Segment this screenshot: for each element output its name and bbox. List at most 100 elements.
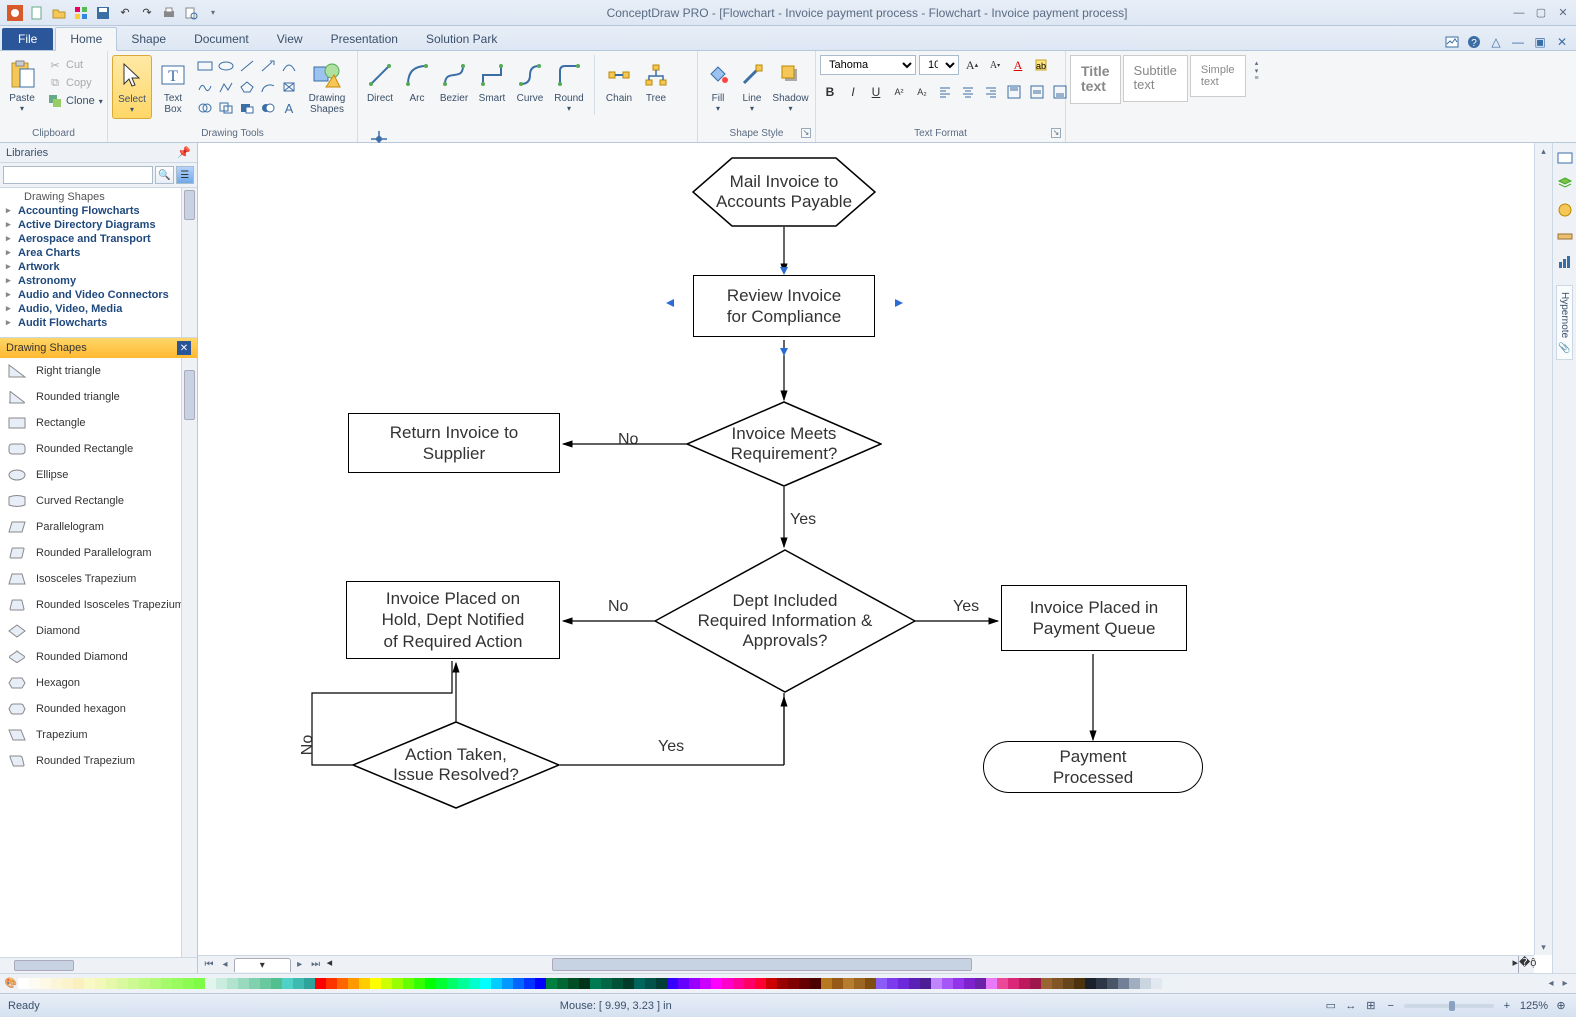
color-swatch[interactable] bbox=[898, 978, 909, 989]
color-swatch[interactable] bbox=[139, 978, 150, 989]
flow-hold-notify[interactable]: Invoice Placed on Hold, Dept Notified of… bbox=[346, 581, 560, 659]
flow-payment-processed[interactable]: Payment Processed bbox=[983, 741, 1203, 793]
color-swatch[interactable] bbox=[161, 978, 172, 989]
color-swatch[interactable] bbox=[491, 978, 502, 989]
color-swatch[interactable] bbox=[744, 978, 755, 989]
shape-combine-icon[interactable] bbox=[259, 99, 277, 117]
shape-item[interactable]: Rounded hexagon bbox=[0, 696, 197, 722]
shape-item[interactable]: Isosceles Trapezium bbox=[0, 566, 197, 592]
color-swatch[interactable] bbox=[282, 978, 293, 989]
text-format-launcher[interactable]: ↘ bbox=[1051, 128, 1061, 138]
color-swatch[interactable] bbox=[480, 978, 491, 989]
panel-hscroll[interactable] bbox=[0, 957, 197, 973]
tree-item[interactable]: Astronomy bbox=[0, 274, 197, 288]
connector-bezier[interactable]: Bezier bbox=[436, 55, 472, 108]
hypernote-tab[interactable]: Hypernote 📎 bbox=[1556, 285, 1573, 360]
shape-ellipse-icon[interactable] bbox=[217, 57, 235, 75]
new-doc-icon[interactable] bbox=[28, 4, 46, 22]
color-swatch[interactable] bbox=[920, 978, 931, 989]
tab-solution-park[interactable]: Solution Park bbox=[412, 28, 511, 50]
shrink-font-button[interactable]: A▾ bbox=[985, 55, 1005, 75]
preview-icon[interactable] bbox=[182, 4, 200, 22]
layers-icon[interactable] bbox=[1556, 175, 1574, 193]
split-handle[interactable]: �ộ bbox=[1518, 956, 1534, 973]
shape-polyline-icon[interactable] bbox=[217, 78, 235, 96]
fill-button[interactable]: Fill▾ bbox=[702, 55, 734, 117]
color-spectrum-icon[interactable]: 🎨 bbox=[4, 978, 18, 989]
color-scroll-right[interactable]: ▸ bbox=[1558, 978, 1572, 989]
flow-dept-approvals[interactable]: Dept Included Required Information & App… bbox=[654, 549, 916, 693]
flow-meets-requirement[interactable]: Invoice Meets Requirement? bbox=[686, 401, 882, 487]
shadow-button[interactable]: Shadow▾ bbox=[770, 55, 811, 117]
color-swatch[interactable] bbox=[1030, 978, 1041, 989]
color-swatch[interactable] bbox=[271, 978, 282, 989]
color-swatch[interactable] bbox=[722, 978, 733, 989]
color-swatch[interactable] bbox=[546, 978, 557, 989]
color-swatch[interactable] bbox=[887, 978, 898, 989]
color-swatch[interactable] bbox=[1008, 978, 1019, 989]
color-swatch[interactable] bbox=[865, 978, 876, 989]
color-swatch[interactable] bbox=[964, 978, 975, 989]
color-swatch[interactable] bbox=[95, 978, 106, 989]
color-swatch[interactable] bbox=[106, 978, 117, 989]
font-color-button[interactable]: A bbox=[1008, 55, 1028, 75]
paste-button[interactable]: Paste ▾ bbox=[4, 55, 40, 117]
qat-dropdown-icon[interactable]: ▾ bbox=[204, 4, 222, 22]
cut-button[interactable]: ✂Cut bbox=[44, 57, 107, 73]
color-swatch[interactable] bbox=[843, 978, 854, 989]
color-swatch[interactable] bbox=[403, 978, 414, 989]
superscript-button[interactable]: A² bbox=[889, 82, 909, 102]
color-swatch[interactable] bbox=[348, 978, 359, 989]
color-swatch[interactable] bbox=[227, 978, 238, 989]
shape-item[interactable]: Rounded Rectangle bbox=[0, 436, 197, 462]
color-swatch[interactable] bbox=[645, 978, 656, 989]
color-swatch[interactable] bbox=[150, 978, 161, 989]
collapse-ribbon-icon[interactable]: △ bbox=[1488, 34, 1504, 50]
color-swatch[interactable] bbox=[832, 978, 843, 989]
open-icon[interactable] bbox=[50, 4, 68, 22]
connector-curve[interactable]: Curve bbox=[512, 55, 548, 108]
shape-style-launcher[interactable]: ↘ bbox=[801, 128, 811, 138]
shape-line-icon[interactable] bbox=[238, 57, 256, 75]
zoom-in-button[interactable]: + bbox=[1500, 999, 1514, 1013]
color-swatch[interactable] bbox=[909, 978, 920, 989]
tree-scrollbar[interactable] bbox=[181, 188, 197, 337]
shape-item[interactable]: Trapezium bbox=[0, 722, 197, 748]
color-swatch[interactable] bbox=[62, 978, 73, 989]
redo-icon[interactable]: ↷ bbox=[138, 4, 156, 22]
color-swatch[interactable] bbox=[634, 978, 645, 989]
select-tool[interactable]: Select ▾ bbox=[112, 55, 152, 119]
maximize-button[interactable]: ▢ bbox=[1532, 6, 1550, 20]
chart-icon[interactable] bbox=[1556, 253, 1574, 271]
font-family-select[interactable]: Tahoma bbox=[820, 55, 916, 75]
color-swatch[interactable] bbox=[568, 978, 579, 989]
sheet-tab-active[interactable]: ▾ bbox=[234, 958, 291, 972]
color-swatch[interactable] bbox=[1052, 978, 1063, 989]
library-options-button[interactable]: ☰ bbox=[176, 166, 195, 184]
color-swatch[interactable] bbox=[425, 978, 436, 989]
zoom-out-button[interactable]: − bbox=[1384, 999, 1398, 1013]
color-swatch[interactable] bbox=[953, 978, 964, 989]
drawing-shapes-button[interactable]: Drawing Shapes bbox=[302, 55, 352, 119]
color-swatch[interactable] bbox=[249, 978, 260, 989]
shape-item[interactable]: Curved Rectangle bbox=[0, 488, 197, 514]
color-swatch[interactable] bbox=[799, 978, 810, 989]
flow-action-taken[interactable]: Action Taken, Issue Resolved? bbox=[352, 721, 560, 809]
color-swatch[interactable] bbox=[370, 978, 381, 989]
pin-icon[interactable]: 📌 bbox=[177, 146, 191, 159]
tree-item[interactable]: Audit Flowcharts bbox=[0, 316, 197, 330]
mdi-minimize-icon[interactable]: — bbox=[1510, 34, 1526, 50]
shape-item[interactable]: Rounded Trapezium bbox=[0, 748, 197, 774]
color-swatch[interactable] bbox=[876, 978, 887, 989]
color-swatch[interactable] bbox=[392, 978, 403, 989]
search-button[interactable]: 🔍 bbox=[155, 166, 174, 184]
align-middle-button[interactable] bbox=[1027, 82, 1047, 102]
color-swatch[interactable] bbox=[1085, 978, 1096, 989]
tree-item[interactable]: Artwork bbox=[0, 260, 197, 274]
highlight-button[interactable]: ab bbox=[1031, 55, 1051, 75]
styles-icon[interactable] bbox=[1556, 201, 1574, 219]
mdi-restore-icon[interactable]: ▣ bbox=[1532, 34, 1548, 50]
color-swatch[interactable] bbox=[238, 978, 249, 989]
shape-polygon-icon[interactable] bbox=[238, 78, 256, 96]
shape-intersect-icon[interactable] bbox=[217, 99, 235, 117]
